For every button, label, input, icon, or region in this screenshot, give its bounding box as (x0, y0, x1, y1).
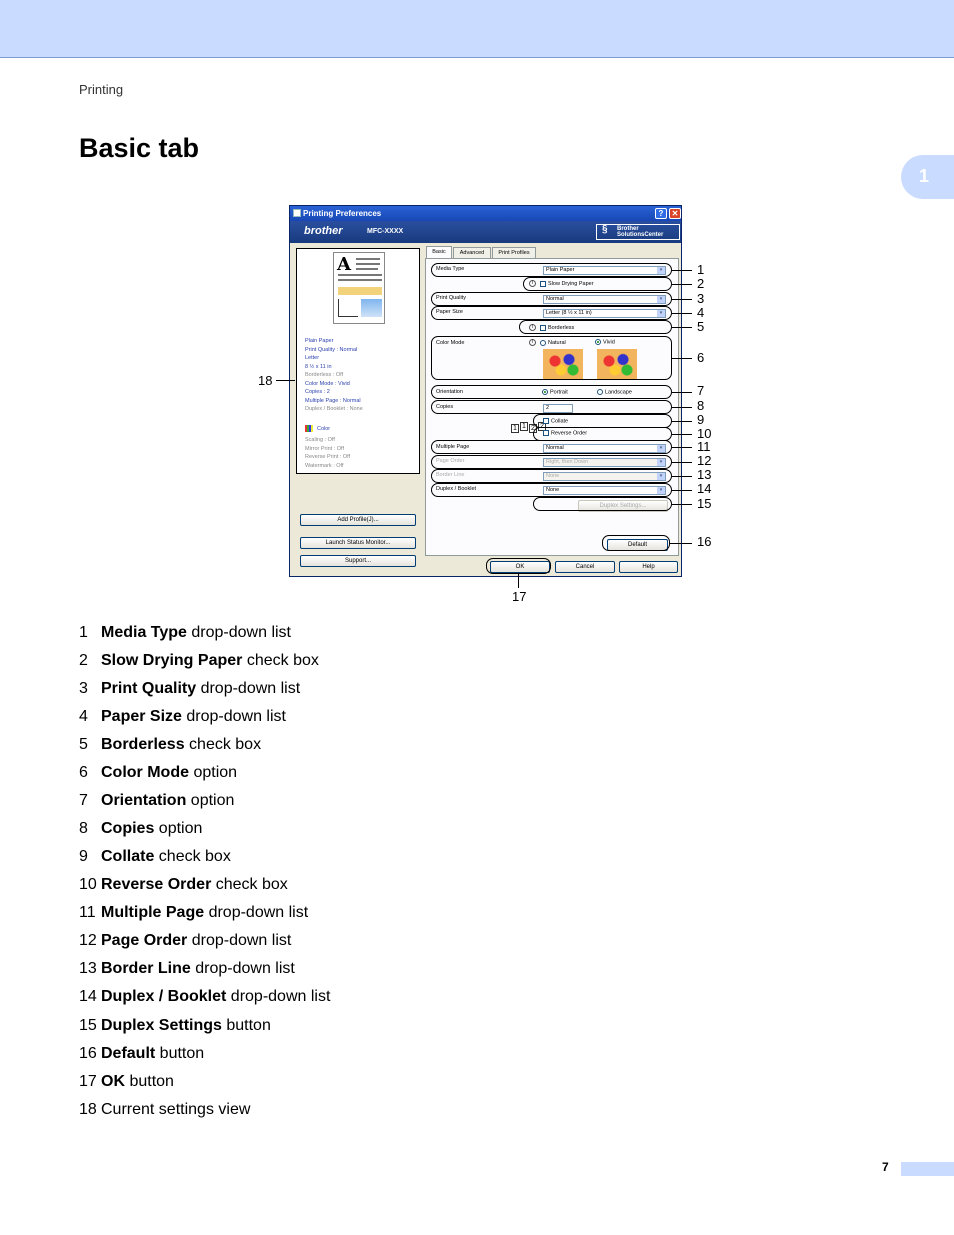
add-profile-button[interactable]: Add Profile(J)... (300, 514, 416, 526)
help-button[interactable]: Help (619, 561, 678, 573)
list-item: 3 Print Quality drop-down list (79, 680, 301, 697)
callout-oval (602, 535, 670, 551)
dialog-titlebar: Printing Preferences ? ✕ (290, 206, 681, 221)
callout-number: 7 (697, 383, 705, 398)
list-item: 13 Border Line drop-down list (79, 960, 295, 977)
callout-oval (431, 336, 672, 380)
callout-oval (486, 558, 551, 574)
callout-number: 15 (697, 496, 712, 511)
callout-oval (431, 469, 672, 483)
callout-number: 3 (697, 291, 705, 306)
solutions-center-icon: § (602, 224, 608, 235)
chapter-tab: 1 (901, 155, 954, 199)
callout-oval (431, 385, 672, 399)
callout-oval (533, 414, 672, 428)
callout-oval (431, 263, 672, 277)
callout-number: 9 (697, 412, 705, 427)
preview-chart-icon (338, 299, 358, 317)
list-item: 17 OK button (79, 1073, 174, 1090)
callout-number: 16 (697, 534, 712, 549)
list-item: 5 Borderless check box (79, 736, 262, 753)
list-item: 10 Reverse Order check box (79, 876, 288, 893)
list-item: 15 Duplex Settings button (79, 1017, 271, 1034)
list-item: 7 Orientation option (79, 792, 235, 809)
callout-oval (431, 400, 672, 414)
help-icon[interactable]: ? (655, 208, 667, 219)
callout-oval (431, 306, 672, 320)
callout-number: 5 (697, 319, 705, 334)
list-item: 14 Duplex / Booklet drop-down list (79, 988, 331, 1005)
page-preview: A (333, 252, 385, 324)
callout-oval (431, 440, 672, 454)
callout-oval (523, 277, 672, 291)
list-item: 4 Paper Size drop-down list (79, 708, 286, 725)
callout-number: 1 (697, 262, 705, 277)
preview-photo-icon (361, 299, 382, 317)
list-item: 9 Collate check box (79, 848, 231, 865)
list-item: 1 Media Type drop-down list (79, 624, 291, 641)
callout-number: 11 (697, 439, 711, 454)
callout-number: 13 (697, 467, 712, 482)
settings-list-2: Scaling : Off Mirror Print : Off Reverse… (305, 437, 351, 469)
callout-oval (431, 455, 672, 469)
current-settings-view: A Plain Paper Print Quality : Normal Let… (296, 248, 420, 474)
callout-oval (533, 497, 672, 511)
list-item: 11 Multiple Page drop-down list (79, 904, 309, 921)
color-setting: Color (305, 425, 330, 432)
list-item: 6 Color Mode option (79, 764, 238, 781)
settings-list: Plain Paper Print Quality : Normal Lette… (305, 338, 363, 412)
page-number-bar (901, 1162, 954, 1176)
list-item: 18 Current settings view (79, 1101, 251, 1118)
callout-number: 8 (697, 398, 705, 413)
support-button[interactable]: Support... (300, 555, 416, 567)
header-band (0, 0, 954, 58)
brother-logo: brother (304, 225, 343, 237)
collate-icon: 1 (511, 424, 519, 433)
close-icon[interactable]: ✕ (669, 208, 681, 219)
list-item: 16 Default button (79, 1045, 205, 1062)
cancel-button[interactable]: Cancel (555, 561, 615, 573)
callout-number: 4 (697, 305, 705, 320)
callout-oval (431, 483, 672, 497)
callout-number: 14 (697, 481, 712, 496)
callout-number: 18 (258, 373, 273, 388)
dialog-title: Printing Preferences (303, 209, 382, 218)
printer-icon (293, 209, 301, 217)
solutions-center-button[interactable]: § Brother SolutionsCenter (596, 224, 680, 240)
list-item: 12 Page Order drop-down list (79, 932, 292, 949)
callout-oval (533, 427, 672, 441)
callout-number: 12 (697, 453, 712, 468)
list-item: 2 Slow Drying Paper check box (79, 652, 319, 669)
page-number: 7 (882, 1160, 889, 1174)
list-item: 8 Copies option (79, 820, 203, 837)
model-name: MFC-XXXX (367, 228, 404, 235)
callout-oval (519, 320, 672, 334)
running-head: Printing (79, 82, 124, 97)
color-icon (305, 425, 313, 432)
callout-oval (431, 292, 672, 306)
solutions-center-label-2: SolutionsCenter (617, 232, 664, 238)
page-title: Basic tab (79, 133, 200, 163)
callout-number: 6 (697, 350, 705, 365)
launch-status-monitor-button[interactable]: Launch Status Monitor... (300, 537, 416, 549)
brand-bar: brother MFC-XXXX § Brother SolutionsCent… (290, 221, 681, 243)
callout-number: 2 (697, 276, 705, 291)
preview-letter-icon: A (337, 254, 351, 275)
callout-number: 17 (512, 589, 527, 604)
